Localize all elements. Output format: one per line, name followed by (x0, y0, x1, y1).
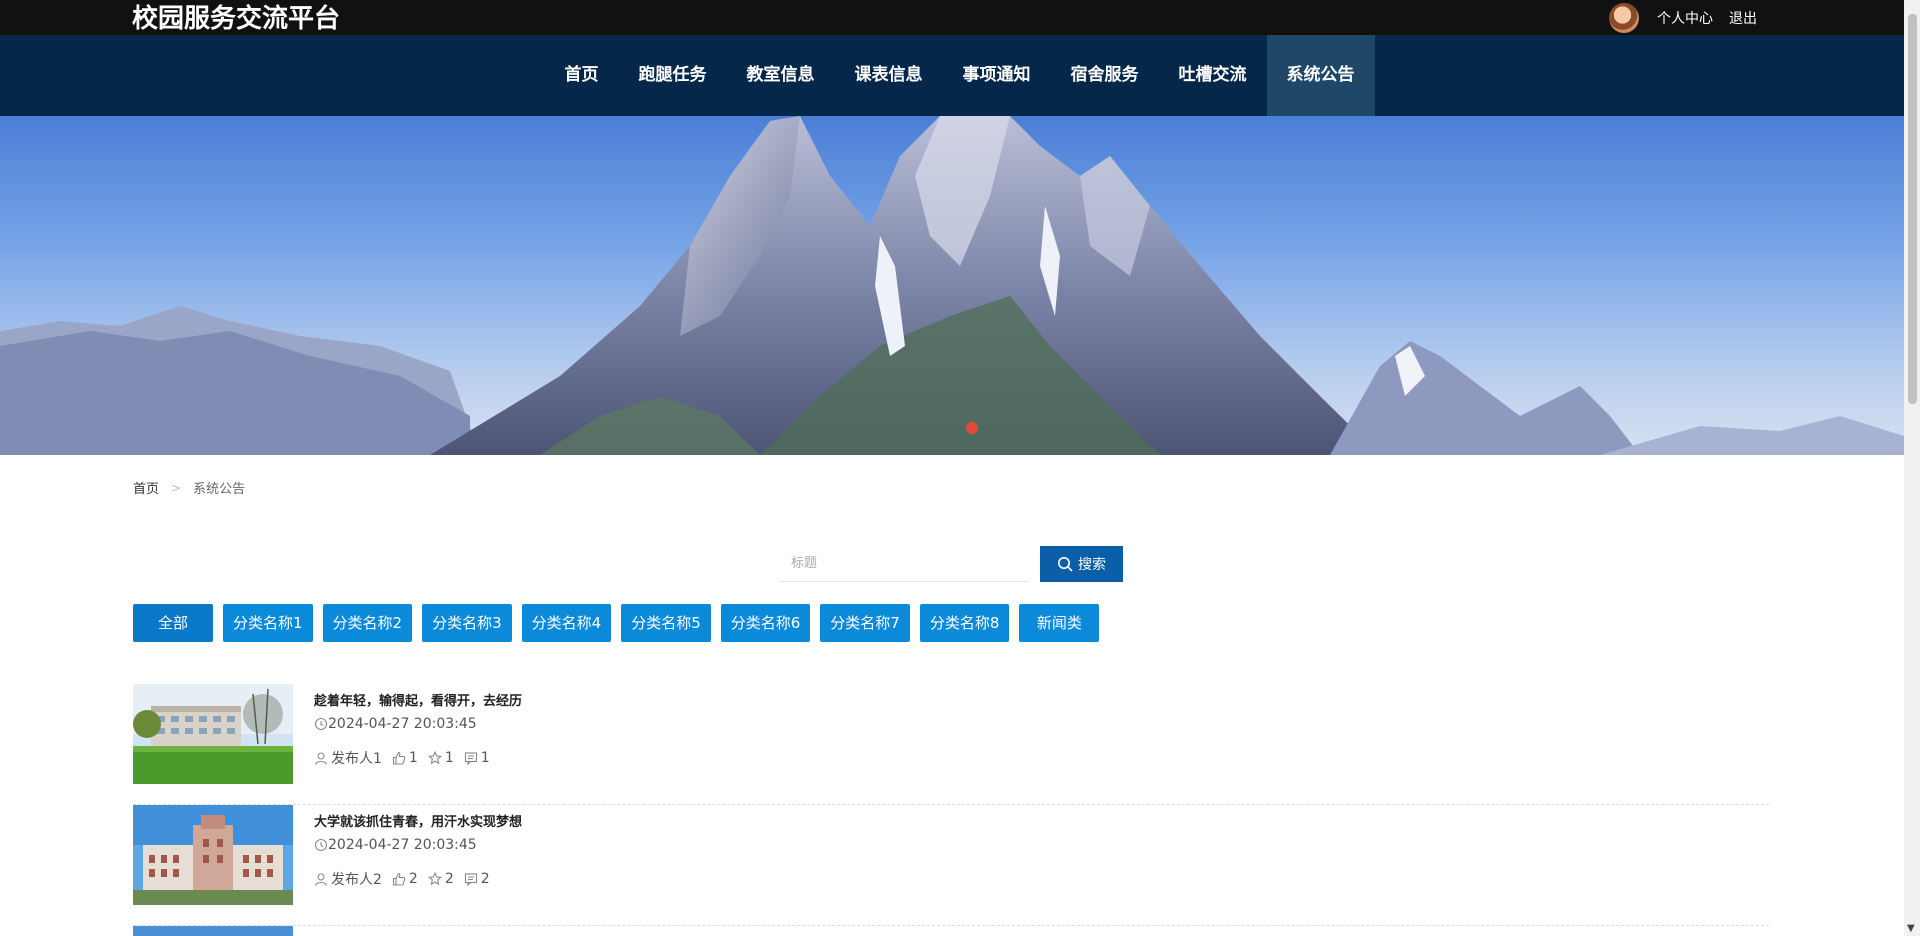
list-item[interactable]: 趁着年轻，输得起，看得开，去经历 2024-04-27 20:03:45 发布人… (133, 684, 1769, 805)
scroll-down-icon[interactable]: ▼ (1907, 923, 1915, 934)
thumbs-up-icon (392, 872, 406, 886)
nav-item-announcements[interactable]: 系统公告 (1266, 35, 1375, 116)
breadcrumb: 首页 > 系统公告 (133, 478, 246, 498)
user-icon (314, 873, 328, 886)
list-item-author: 发布人2 (331, 872, 382, 888)
nav-item-forum[interactable]: 吐槽交流 (1159, 35, 1267, 116)
breadcrumb-separator: > (171, 480, 182, 495)
announcement-list: 趁着年轻，输得起，看得开，去经历 2024-04-27 20:03:45 发布人… (133, 684, 1769, 936)
personal-center-link[interactable]: 个人中心 (1657, 8, 1713, 28)
category-5[interactable]: 分类名称5 (621, 604, 711, 642)
clock-icon (314, 717, 328, 731)
list-item-thumbnail[interactable] (133, 805, 293, 905)
star-icon (427, 872, 442, 886)
list-item-thumbnail[interactable] (133, 684, 293, 784)
user-icon (314, 752, 328, 765)
list-item-meta: 发布人1 1 1 1 (314, 748, 500, 768)
list-item-thumbnail[interactable] (133, 926, 293, 936)
category-tabs: 全部 分类名称1 分类名称2 分类名称3 分类名称4 分类名称5 分类名称6 分… (133, 604, 1109, 642)
category-6[interactable]: 分类名称6 (720, 604, 811, 642)
search-input[interactable] (779, 546, 1029, 582)
breadcrumb-home[interactable]: 首页 (133, 478, 159, 497)
page-scrollbar[interactable]: ▼ (1904, 0, 1920, 936)
nav-item-notices[interactable]: 事项通知 (943, 35, 1051, 116)
list-item-likes: 1 (408, 750, 418, 766)
user-area: 个人中心 退出 (1609, 0, 1767, 35)
breadcrumb-current: 系统公告 (193, 482, 246, 497)
category-2[interactable]: 分类名称2 (322, 604, 413, 642)
list-item-favorites: 2 (444, 871, 454, 887)
nav-item-dorm[interactable]: 宿舍服务 (1051, 35, 1159, 116)
top-bar: 校园服务交流平台 个人中心 退出 (0, 0, 1904, 35)
list-item-favorites: 1 (444, 750, 454, 766)
comment-icon (464, 873, 477, 886)
clock-icon (314, 838, 328, 852)
mountain-image (0, 116, 1904, 455)
list-item-time: 2024-04-27 20:03:45 (314, 837, 477, 853)
category-1[interactable]: 分类名称1 (223, 604, 313, 642)
list-item[interactable]: 大学就该抓住青春，用汗水实现梦想 2024-04-27 20:03:45 发布人… (133, 805, 1769, 926)
category-news[interactable]: 新闻类 (1019, 604, 1100, 642)
list-item-time-text: 2024-04-27 20:03:45 (328, 716, 477, 732)
banner-carousel[interactable] (0, 116, 1904, 455)
category-8[interactable]: 分类名称8 (919, 604, 1010, 642)
search-button-label: 搜索 (1078, 557, 1106, 573)
list-item-title[interactable]: 大学就该抓住青春，用汗水实现梦想 (314, 811, 522, 830)
logout-link[interactable]: 退出 (1729, 8, 1757, 28)
star-icon (427, 751, 442, 765)
category-all[interactable]: 全部 (133, 604, 213, 642)
site-title: 校园服务交流平台 (132, 4, 341, 34)
nav-item-home[interactable]: 首页 (545, 35, 619, 116)
nav-item-classrooms[interactable]: 教室信息 (727, 35, 835, 116)
list-item-title[interactable]: 趁着年轻，输得起，看得开，去经历 (314, 690, 522, 709)
list-item-author: 发布人1 (331, 751, 382, 767)
category-4[interactable]: 分类名称4 (521, 604, 612, 642)
list-item-time-text: 2024-04-27 20:03:45 (328, 837, 477, 853)
search-icon (1058, 557, 1073, 572)
search-button[interactable]: 搜索 (1040, 546, 1123, 582)
category-3[interactable]: 分类名称3 (422, 604, 512, 642)
list-item-comments: 1 (480, 750, 490, 766)
list-item-meta: 发布人2 2 2 2 (314, 869, 500, 889)
scrollbar-thumb[interactable] (1908, 14, 1917, 404)
list-item-likes: 2 (408, 871, 418, 887)
carousel-indicator[interactable] (966, 422, 978, 434)
thumbs-up-icon (392, 751, 406, 765)
nav-item-timetable[interactable]: 课表信息 (835, 35, 943, 116)
user-avatar[interactable] (1609, 2, 1639, 33)
main-nav: 首页 跑腿任务 教室信息 课表信息 事项通知 宿舍服务 吐槽交流 系统公告 (0, 35, 1904, 116)
nav-item-errands[interactable]: 跑腿任务 (619, 35, 727, 116)
list-item-partial[interactable] (133, 926, 1769, 936)
list-item-comments: 2 (480, 871, 490, 887)
comment-icon (464, 752, 477, 765)
list-item-time: 2024-04-27 20:03:45 (314, 716, 477, 732)
category-7[interactable]: 分类名称7 (820, 604, 910, 642)
